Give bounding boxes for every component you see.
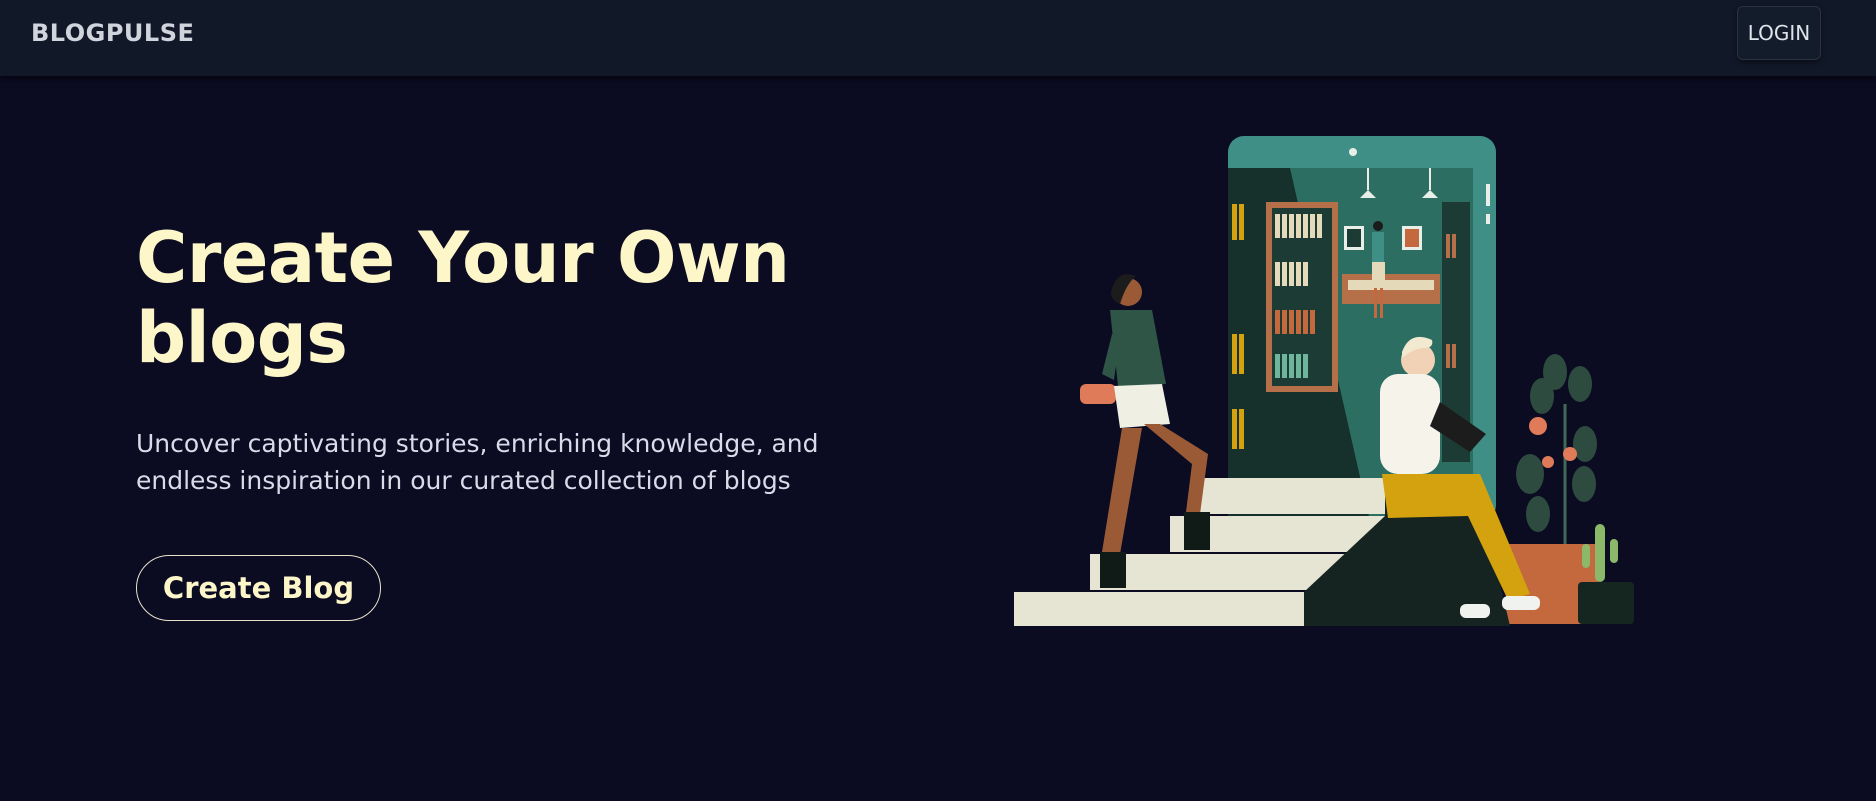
hero-title: Create Your Own blogs xyxy=(136,217,790,379)
create-blog-button[interactable]: Create Blog xyxy=(136,555,381,621)
hero-subtitle: Uncover captivating stories, enriching k… xyxy=(136,429,819,495)
login-button[interactable]: LOGIN xyxy=(1737,6,1821,60)
hero-illustration xyxy=(1014,136,1634,626)
top-navbar: BLOGPULSE LOGIN xyxy=(0,0,1876,76)
phone-graphic xyxy=(1228,136,1496,521)
walking-woman-figure xyxy=(1080,274,1210,588)
brand-logo-text[interactable]: BLOGPULSE xyxy=(31,19,194,47)
